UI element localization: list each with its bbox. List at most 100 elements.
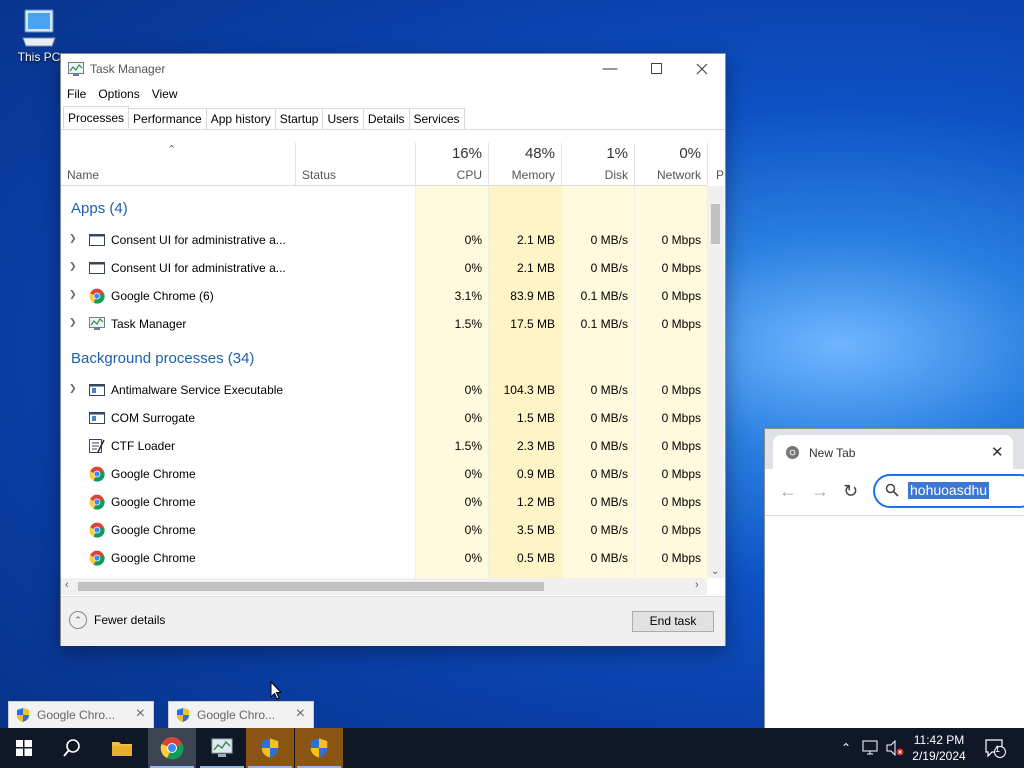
omnibox-input[interactable]: hohuoasdhu [873,474,1024,508]
column-header-disk[interactable]: 1% Disk [561,143,634,185]
process-disk: 0 MB/s [590,261,628,275]
network-tray-button[interactable] [860,728,882,768]
expand-chevron-icon[interactable]: ❯ [69,233,77,244]
search-icon [63,739,80,757]
menu-view[interactable]: View [146,85,184,105]
chrome-window[interactable]: New Tab ✕ ← → ↻ hohuoasdhu [764,428,1024,730]
uac-taskbar-button[interactable] [295,728,343,768]
process-row[interactable]: Google Chrome 0% 0.9 MB 0 MB/s 0 Mbps [61,460,707,488]
service-icon [89,382,105,398]
volume-tray-button[interactable] [884,728,906,768]
chrome-tab-new-tab[interactable]: New Tab ✕ [773,435,1013,469]
start-button[interactable] [0,728,48,768]
tab-users[interactable]: Users [322,108,364,129]
clock-date: 2/19/2024 [912,749,966,763]
process-row[interactable]: ❯ Task Manager 1.5% 17.5 MB 0.1 MB/s 0 Mbps [61,310,707,338]
process-disk: 0 MB/s [590,383,628,397]
fewer-details-button[interactable]: ⌃ Fewer details [69,611,165,629]
process-network: 0 Mbps [661,523,701,537]
process-row[interactable]: ❯ Antimalware Service Executable 0% 104.3 M… [61,376,707,404]
column-status-label: Status [302,168,337,182]
scroll-down-icon[interactable]: ⌄ [711,566,719,577]
process-row[interactable]: ❯ Google Chrome (6) 3.1% 83.9 MB 0.1 MB/s 0 M… [61,282,707,310]
menu-options[interactable]: Options [92,85,145,105]
tab-details[interactable]: Details [362,108,410,129]
tab-app-history[interactable]: App history [205,108,276,129]
menu-file[interactable]: File [61,85,92,105]
scroll-thumb-vertical[interactable] [711,204,720,244]
file-explorer-button[interactable] [98,728,146,768]
task-manager-icon [89,316,105,332]
back-icon[interactable]: ← [779,481,797,502]
process-name: Consent UI for administrative a... [111,233,286,247]
process-network: 0 Mbps [661,317,701,331]
scroll-thumb-horizontal[interactable] [78,582,544,591]
process-network: 0 Mbps [661,289,701,303]
process-row[interactable]: CTF Loader 1.5% 2.3 MB 0 MB/s 0 Mbps [61,432,707,460]
process-disk: 0 MB/s [590,467,628,481]
group-background-heading[interactable]: Background processes (34) [71,350,254,367]
scroll-left-icon[interactable]: ‹ [65,579,69,591]
process-name: Google Chrome (6) [111,289,214,303]
action-center-button[interactable]: 1 [980,728,1010,768]
popup-close-icon[interactable]: × [296,705,305,723]
close-tab-icon[interactable]: ✕ [991,443,1004,461]
close-button[interactable] [679,54,725,83]
end-task-button[interactable]: End task [632,611,714,632]
process-memory: 3.5 MB [516,523,555,537]
desktop-icon-this-pc[interactable]: This PC [14,8,64,64]
column-header-memory[interactable]: 48% Memory [488,143,561,185]
group-apps-heading[interactable]: Apps (4) [71,200,128,217]
chrome-tab-bar: New Tab ✕ [765,429,1024,469]
tab-services[interactable]: Services [408,108,465,129]
service-icon [89,410,105,426]
tab-processes[interactable]: Processes [63,106,130,129]
process-row[interactable]: ❯ Consent UI for administrative a... 0% 2.1… [61,226,707,254]
scroll-right-icon[interactable]: › [695,579,699,591]
task-manager-taskbar-button[interactable] [198,728,246,768]
tab-performance[interactable]: Performance [128,108,207,129]
process-list[interactable]: Apps (4) ❯ Consent UI for administrative … [61,186,707,578]
process-row[interactable]: Google Chrome 0% 1.2 MB 0 MB/s 0 Mbps [61,488,707,516]
process-memory: 83.9 MB [510,289,555,303]
vertical-scrollbar[interactable]: ⌄ [707,186,724,578]
clock[interactable]: 11:42 PM 2/19/2024 [904,732,974,764]
column-header-power[interactable]: P [707,143,724,185]
column-header-cpu[interactable]: 16% CPU [415,143,488,185]
chrome-taskbar-button[interactable] [148,728,196,768]
taskbar-thumbnail-popup[interactable]: Google Chro... × [168,701,314,730]
column-power-label: P [716,168,725,182]
column-header-status[interactable]: Status [295,143,415,185]
forward-icon[interactable]: → [811,481,829,502]
tab-startup[interactable]: Startup [274,108,324,129]
process-name: Consent UI for administrative a... [111,261,286,275]
process-disk: 0 MB/s [590,411,628,425]
process-row[interactable]: ❯ Consent UI for administrative a... 0% 2.1… [61,254,707,282]
process-row[interactable]: Google Chrome 0% 3.5 MB 0 MB/s 0 Mbps [61,516,707,544]
column-header-name[interactable]: Name [61,143,294,185]
popup-close-icon[interactable]: × [136,705,145,723]
minimize-button[interactable]: — [587,54,633,83]
task-manager-window[interactable]: Task Manager — File Options View Process… [60,53,726,646]
process-row[interactable]: Google Chrome 0% 0.5 MB 0 MB/s 0 Mbps [61,544,707,572]
expand-chevron-icon[interactable]: ❯ [69,261,77,272]
uac-taskbar-button[interactable] [246,728,294,768]
column-header-network[interactable]: 0% Network [634,143,707,185]
maximize-button[interactable] [633,54,679,83]
chrome-icon [89,466,105,482]
chrome-icon [89,522,105,538]
search-button[interactable] [48,728,96,768]
title-bar[interactable]: Task Manager — [61,54,725,83]
menu-bar: File Options View [61,85,184,105]
reload-icon[interactable]: ↻ [843,481,858,502]
expand-chevron-icon[interactable]: ❯ [69,289,77,300]
horizontal-scrollbar[interactable]: ‹ › [61,578,707,595]
chrome-tab-title: New Tab [809,446,856,460]
expand-chevron-icon[interactable]: ❯ [69,383,77,394]
process-row[interactable]: COM Surrogate 0% 1.5 MB 0 MB/s 0 Mbps [61,404,707,432]
show-hidden-icons-button[interactable]: ⌃ [836,728,856,768]
expand-chevron-icon[interactable]: ❯ [69,317,77,328]
task-manager-icon [68,62,84,76]
chrome-icon [89,494,105,510]
taskbar-thumbnail-popup[interactable]: Google Chro... × [8,701,154,730]
